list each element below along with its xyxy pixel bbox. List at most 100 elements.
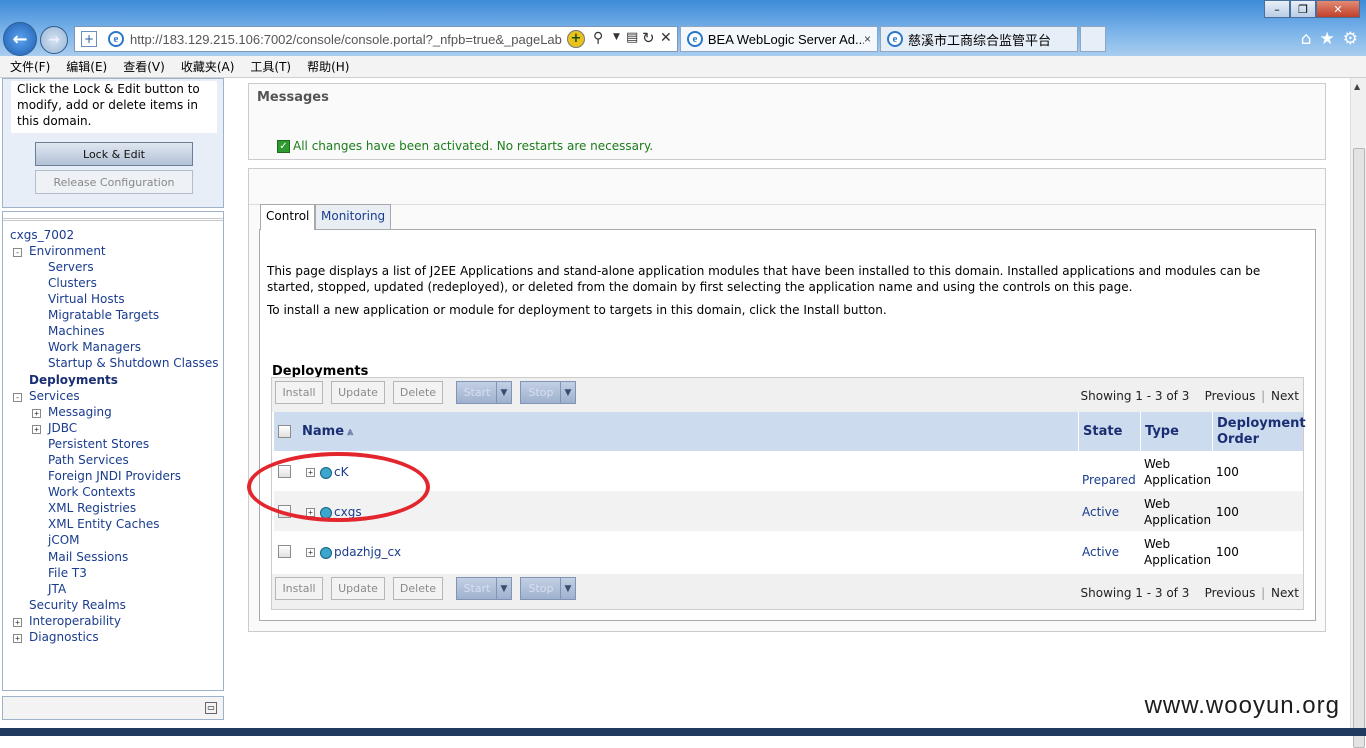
menu-file[interactable]: 文件(F): [10, 58, 50, 75]
tree-item-machines[interactable]: Machines: [48, 324, 104, 339]
expand-icon[interactable]: +: [306, 468, 315, 477]
deployment-name[interactable]: pdazhjg_cx: [320, 544, 401, 560]
deployment-name[interactable]: cxgs: [320, 504, 362, 520]
collapse-icon[interactable]: -: [13, 393, 22, 402]
tree-item-servers[interactable]: Servers: [48, 260, 94, 275]
delete-button[interactable]: Delete: [393, 381, 443, 404]
previous-link[interactable]: Previous: [1205, 389, 1256, 403]
tree-item-messaging[interactable]: Messaging: [48, 405, 112, 420]
row-checkbox[interactable]: [278, 545, 291, 558]
chevron-down-icon[interactable]: ▼: [496, 382, 511, 403]
refresh-icon[interactable]: ↻: [642, 29, 655, 47]
tree-item-virtual-hosts[interactable]: Virtual Hosts: [48, 292, 125, 307]
collapse-icon[interactable]: -: [13, 248, 22, 257]
search-icon[interactable]: ⚲: [593, 30, 603, 46]
menu-edit[interactable]: 编辑(E): [66, 58, 107, 75]
deployment-link[interactable]: cxgs: [334, 505, 362, 519]
deployment-link[interactable]: cK: [334, 465, 348, 479]
menu-help[interactable]: 帮助(H): [307, 58, 349, 75]
stop-dropdown[interactable]: Stop ▼: [520, 577, 576, 600]
browser-tab-cixi[interactable]: e 慈溪市工商综合监管平台: [880, 26, 1078, 52]
tree-item-startup-shutdown[interactable]: Startup & Shutdown Classes: [48, 356, 218, 371]
tree-item-persistent-stores[interactable]: Persistent Stores: [48, 437, 149, 452]
chevron-down-icon[interactable]: ▼: [560, 578, 575, 599]
delete-button[interactable]: Delete: [393, 577, 443, 600]
tree-item-work-contexts[interactable]: Work Contexts: [48, 485, 135, 500]
column-state[interactable]: State: [1078, 412, 1140, 451]
tree-item-work-managers[interactable]: Work Managers: [48, 340, 141, 355]
column-deployment-order[interactable]: Deployment Order: [1212, 412, 1306, 451]
expand-icon[interactable]: +: [13, 634, 22, 643]
chevron-down-icon[interactable]: ▼: [560, 382, 575, 403]
deployment-link[interactable]: pdazhjg_cx: [334, 545, 401, 559]
previous-link[interactable]: Previous: [1205, 586, 1256, 600]
row-checkbox[interactable]: [278, 505, 291, 518]
document-icon[interactable]: ▤: [626, 30, 638, 45]
chevron-down-icon[interactable]: ▼: [496, 578, 511, 599]
maximize-button[interactable]: ❐: [1290, 0, 1316, 18]
tree-item-environment[interactable]: Environment: [29, 244, 106, 259]
menu-tools[interactable]: 工具(T): [250, 58, 291, 75]
column-type[interactable]: Type: [1140, 412, 1212, 451]
tree-item-clusters[interactable]: Clusters: [48, 276, 97, 291]
install-button[interactable]: Install: [275, 381, 323, 404]
tree-root-domain[interactable]: cxgs_7002: [10, 228, 74, 243]
favorites-icon[interactable]: ★: [1320, 29, 1335, 49]
tab-monitoring[interactable]: Monitoring: [315, 204, 392, 229]
tree-item-deployments[interactable]: Deployments: [29, 373, 118, 388]
expand-icon[interactable]: +: [32, 409, 41, 418]
select-all-checkbox[interactable]: [278, 425, 291, 438]
address-bar[interactable]: + e http://183.129.215.106:7002/console/…: [74, 26, 678, 52]
tree-item-jta[interactable]: JTA: [48, 582, 66, 597]
browser-tab-weblogic[interactable]: e BEA WebLogic Server Ad... ×: [680, 26, 878, 52]
menu-view[interactable]: 查看(V): [123, 58, 165, 75]
row-checkbox[interactable]: [278, 465, 291, 478]
column-name[interactable]: Name ⩓: [298, 412, 1080, 451]
menu-favorites[interactable]: 收藏夹(A): [181, 58, 235, 75]
tree-item-security-realms[interactable]: Security Realms: [29, 598, 126, 613]
start-dropdown[interactable]: Start ▼: [456, 577, 512, 600]
sort-ascending-icon[interactable]: ⩓: [347, 425, 353, 439]
tree-item-foreign-jndi[interactable]: Foreign JNDI Providers: [48, 469, 181, 484]
scrollbar-thumb[interactable]: [1353, 148, 1365, 748]
tree-item-migratable-targets[interactable]: Migratable Targets: [48, 308, 159, 323]
expand-icon[interactable]: +: [32, 425, 41, 434]
tree-item-mail-sessions[interactable]: Mail Sessions: [48, 550, 128, 565]
restore-panel-icon[interactable]: ▭: [205, 702, 217, 714]
tree-item-file-t3[interactable]: File T3: [48, 566, 87, 581]
lock-edit-button[interactable]: Lock & Edit: [35, 142, 193, 166]
tools-gear-icon[interactable]: ⚙: [1343, 29, 1358, 49]
compat-view-icon[interactable]: +: [81, 31, 97, 47]
start-dropdown[interactable]: Start ▼: [456, 381, 512, 404]
stop-icon[interactable]: ✕: [660, 30, 672, 46]
vertical-scrollbar[interactable]: ▲: [1350, 78, 1366, 748]
next-link[interactable]: Next: [1271, 389, 1299, 403]
forward-button[interactable]: →: [40, 26, 68, 54]
scroll-up-icon[interactable]: ▲: [1354, 82, 1360, 91]
next-link[interactable]: Next: [1271, 586, 1299, 600]
tree-item-services[interactable]: Services: [29, 389, 80, 404]
url-text[interactable]: http://183.129.215.106:7002/console/cons…: [130, 32, 562, 47]
update-button[interactable]: Update: [331, 577, 385, 600]
minimize-button[interactable]: –: [1264, 0, 1290, 18]
tree-item-path-services[interactable]: Path Services: [48, 453, 129, 468]
deployment-name[interactable]: cK: [320, 464, 348, 480]
expand-icon[interactable]: +: [306, 548, 315, 557]
tree-item-diagnostics[interactable]: Diagnostics: [29, 630, 99, 645]
tree-item-xml-entity-caches[interactable]: XML Entity Caches: [48, 517, 160, 532]
back-button[interactable]: ←: [3, 22, 37, 56]
stop-dropdown[interactable]: Stop ▼: [520, 381, 576, 404]
tab-control[interactable]: Control: [260, 204, 316, 230]
tree-item-jcom[interactable]: jCOM: [48, 533, 80, 548]
column-name-label[interactable]: Name: [302, 424, 344, 439]
close-tab-icon[interactable]: ×: [864, 32, 871, 46]
addon-icon[interactable]: +: [567, 30, 585, 48]
tree-item-jdbc[interactable]: JDBC: [48, 421, 77, 436]
new-tab-button[interactable]: [1080, 26, 1106, 52]
expand-icon[interactable]: +: [306, 508, 315, 517]
install-button[interactable]: Install: [275, 577, 323, 600]
tree-item-interoperability[interactable]: Interoperability: [29, 614, 121, 629]
home-icon[interactable]: ⌂: [1301, 29, 1312, 49]
expand-icon[interactable]: +: [13, 618, 22, 627]
update-button[interactable]: Update: [331, 381, 385, 404]
